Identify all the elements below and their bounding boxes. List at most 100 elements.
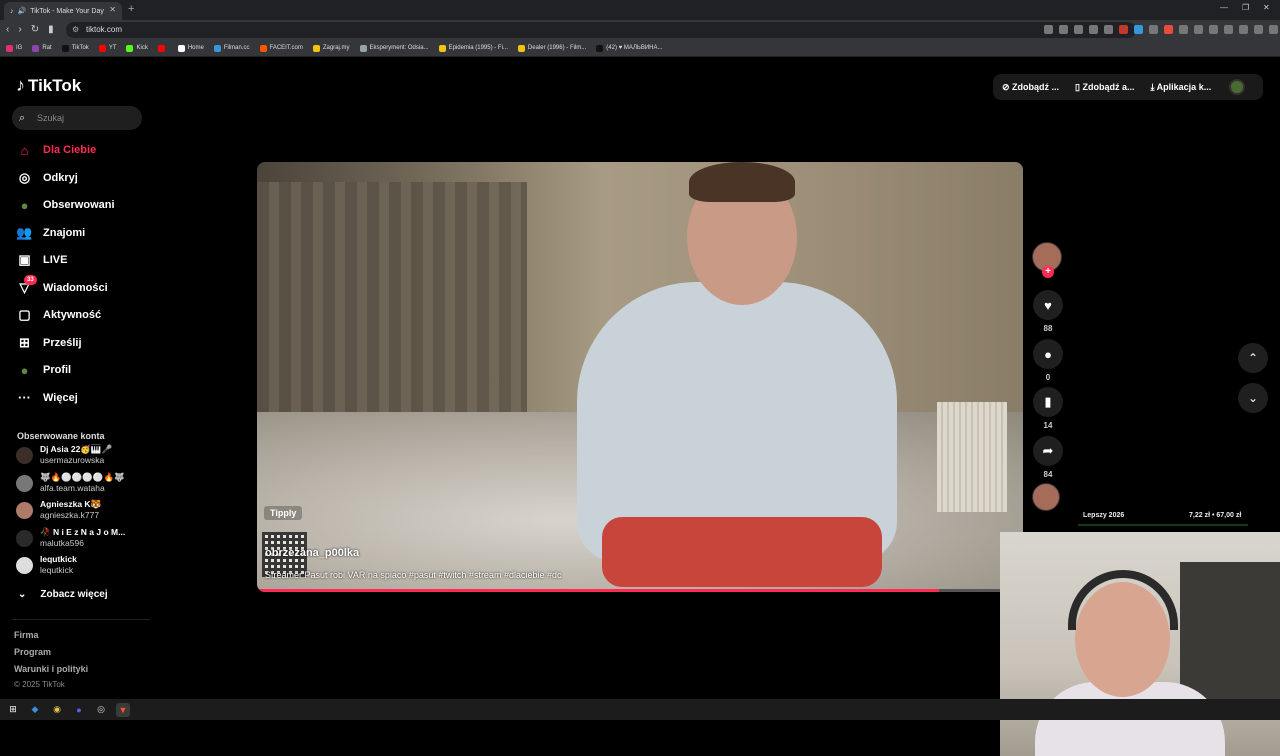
footer-link-company[interactable]: Firma [14, 630, 39, 640]
tiktok-logo[interactable]: ♪ TikTok [16, 75, 81, 96]
app-icon[interactable]: ◆ [28, 703, 42, 717]
bookmark-item[interactable]: Rat [32, 44, 52, 52]
music-disc-avatar[interactable] [1032, 483, 1060, 511]
get-app-button[interactable]: ▯ Zdobądź a... [1075, 82, 1134, 93]
avatar [16, 529, 33, 547]
sidebar-item-home[interactable]: ⌂ Dla Ciebie [16, 139, 97, 161]
close-window-button[interactable]: ✕ [1263, 3, 1270, 12]
account-name: 🥀 N i E z N a J o M... [40, 526, 126, 537]
sidebar-item-upload[interactable]: ⊞ Prześlij [16, 332, 81, 354]
avatar [16, 557, 33, 574]
chrome-icon[interactable]: ◉ [50, 703, 64, 717]
account-name: Dj Asia 22🥳🎹🎤 [40, 444, 113, 454]
video-progress-bar[interactable] [257, 589, 1023, 592]
sidebar-item-compass[interactable]: ◎ Odkryj [16, 167, 78, 189]
followed-account[interactable]: lequtkick lequtkick [16, 553, 151, 577]
bookmark-item[interactable]: YT [98, 44, 116, 52]
get-coins-button[interactable]: ⊘ Zdobądź ... [1002, 82, 1059, 93]
video-player[interactable]: Tipply obrzezana_p00lka Streamer Pasut r… [257, 162, 1023, 592]
desktop-app-button[interactable]: ⤓ Aplikacja k... [1151, 82, 1212, 93]
extension-icon[interactable] [1149, 25, 1158, 34]
bookmark-item[interactable]: Home [177, 44, 204, 52]
see-more-button[interactable]: ⌄ Zobacz więcej [18, 589, 108, 600]
sidebar-item-live[interactable]: ▣ LIVE [16, 249, 67, 271]
close-tab-icon[interactable]: ✕ [109, 5, 116, 14]
video-author[interactable]: obrzezana_p00lka [265, 547, 359, 559]
bookmark-item[interactable]: IG [6, 44, 22, 52]
extension-icon[interactable] [1104, 25, 1113, 34]
previous-video-button[interactable]: ⌃ [1238, 343, 1268, 373]
sidebar-item-label: Więcej [43, 391, 78, 404]
video-progress-fill [257, 589, 939, 592]
back-icon[interactable]: ‹ [6, 24, 9, 35]
extension-icon[interactable] [1209, 25, 1218, 34]
follow-plus-icon[interactable]: + [1042, 266, 1054, 278]
avatar [16, 502, 33, 519]
brave-icon[interactable]: ▼ [116, 702, 130, 717]
bookmark-item[interactable]: Epidemia (1995) - Fi... [438, 44, 508, 52]
bookmark-item[interactable]: (42) ♥ МАЛЬВИНА... [596, 44, 663, 52]
tiktok-logo-icon: ♪ [16, 75, 25, 95]
extension-icon[interactable] [1194, 25, 1203, 34]
extension-icon[interactable] [1134, 25, 1143, 34]
bookmark-item[interactable]: FACEIT.com [259, 44, 303, 52]
extension-icon[interactable] [1164, 25, 1173, 34]
extension-icon[interactable] [1254, 25, 1263, 34]
bookmark-item[interactable]: Zagraj.my [312, 44, 350, 52]
bookmark-favicon-icon [259, 44, 267, 52]
next-video-button[interactable]: ⌄ [1238, 383, 1268, 413]
sidebar-item-activity[interactable]: ▢ Aktywność [16, 304, 101, 326]
extension-icon[interactable] [1224, 25, 1233, 34]
bookmark-save-icon[interactable]: ▮ [1033, 387, 1063, 417]
followed-account[interactable]: Dj Asia 22🥳🎹🎤 usermazurowska [16, 443, 151, 467]
bookmark-item[interactable]: Dealer (1996) - Film... [517, 44, 586, 52]
stream-goal-overlay: Lepszy 2026 7,22 zł • 67,00 zł [1078, 512, 1248, 526]
reload-icon[interactable]: ↻ [31, 24, 39, 35]
bookmark-favicon-icon [126, 44, 134, 52]
minimize-button[interactable]: — [1220, 3, 1228, 12]
search-input[interactable]: ⌕ Szukaj [12, 106, 142, 130]
sidebar-item-profile[interactable]: ● Profil [16, 359, 72, 381]
site-info-icon[interactable]: ⚙ [72, 22, 79, 38]
extension-icon[interactable] [1119, 25, 1128, 34]
followed-account[interactable]: Agnieszka K🐯 agnieszka.k777 [16, 498, 151, 522]
browser-tab[interactable]: ♪ 🔊 TikTok - Make Your Day ✕ [4, 2, 122, 20]
bookmark-favicon-icon [213, 44, 221, 52]
sidebar-item-avatar[interactable]: ● Obserwowani [16, 194, 115, 216]
extension-icon[interactable] [1044, 25, 1053, 34]
maximize-button[interactable]: ❐ [1242, 3, 1249, 12]
extension-icon[interactable] [1239, 25, 1248, 34]
windows-start-icon[interactable]: ⊞ [6, 703, 20, 717]
bookmark-item[interactable]: TikTok [61, 44, 89, 52]
streamer-webcam [1000, 532, 1280, 756]
bookmark-icon[interactable]: ▮ [48, 24, 54, 35]
friends-icon: 👥 [16, 224, 33, 240]
bookmark-item[interactable] [157, 44, 168, 52]
sidebar-item-more[interactable]: ··· Więcej [16, 387, 78, 409]
extension-icon[interactable] [1089, 25, 1098, 34]
new-tab-button[interactable]: + [128, 3, 134, 15]
obs-icon[interactable]: ◎ [94, 703, 108, 717]
share-icon[interactable]: ➦ [1033, 436, 1063, 466]
bookmark-item[interactable]: Kick [126, 44, 148, 52]
bookmark-favicon-icon [98, 44, 106, 52]
forward-icon[interactable]: › [18, 24, 21, 35]
footer-link-program[interactable]: Program [14, 647, 51, 657]
bookmark-item[interactable]: Eksperyment: Odsia... [359, 44, 429, 52]
extension-icon[interactable] [1269, 25, 1278, 34]
footer-link-terms[interactable]: Warunki i polityki [14, 664, 88, 674]
like-heart-icon[interactable]: ♥ [1033, 290, 1063, 320]
extension-icon[interactable] [1059, 25, 1068, 34]
bookmark-item[interactable]: Filman.cc [213, 44, 250, 52]
url-field[interactable]: ⚙ tiktok.com [66, 22, 1136, 38]
comment-icon[interactable]: ● [1033, 339, 1063, 369]
followed-account[interactable]: 🐺🔥⚪⚪⚪⚪🔥🐺 alfa.team.wataha [16, 471, 151, 495]
user-avatar[interactable] [1229, 79, 1246, 95]
sidebar-item-friends[interactable]: 👥 Znajomi [16, 222, 85, 244]
discord-icon[interactable]: ● [72, 703, 86, 717]
extension-icon[interactable] [1179, 25, 1188, 34]
sidebar-item-label: Dla Ciebie [43, 144, 97, 156]
sidebar-item-messages[interactable]: ▽ 33 Wiadomości [16, 275, 108, 299]
followed-account[interactable]: 🥀 N i E z N a J o M... malutka596 [16, 526, 151, 550]
extension-icon[interactable] [1074, 25, 1083, 34]
